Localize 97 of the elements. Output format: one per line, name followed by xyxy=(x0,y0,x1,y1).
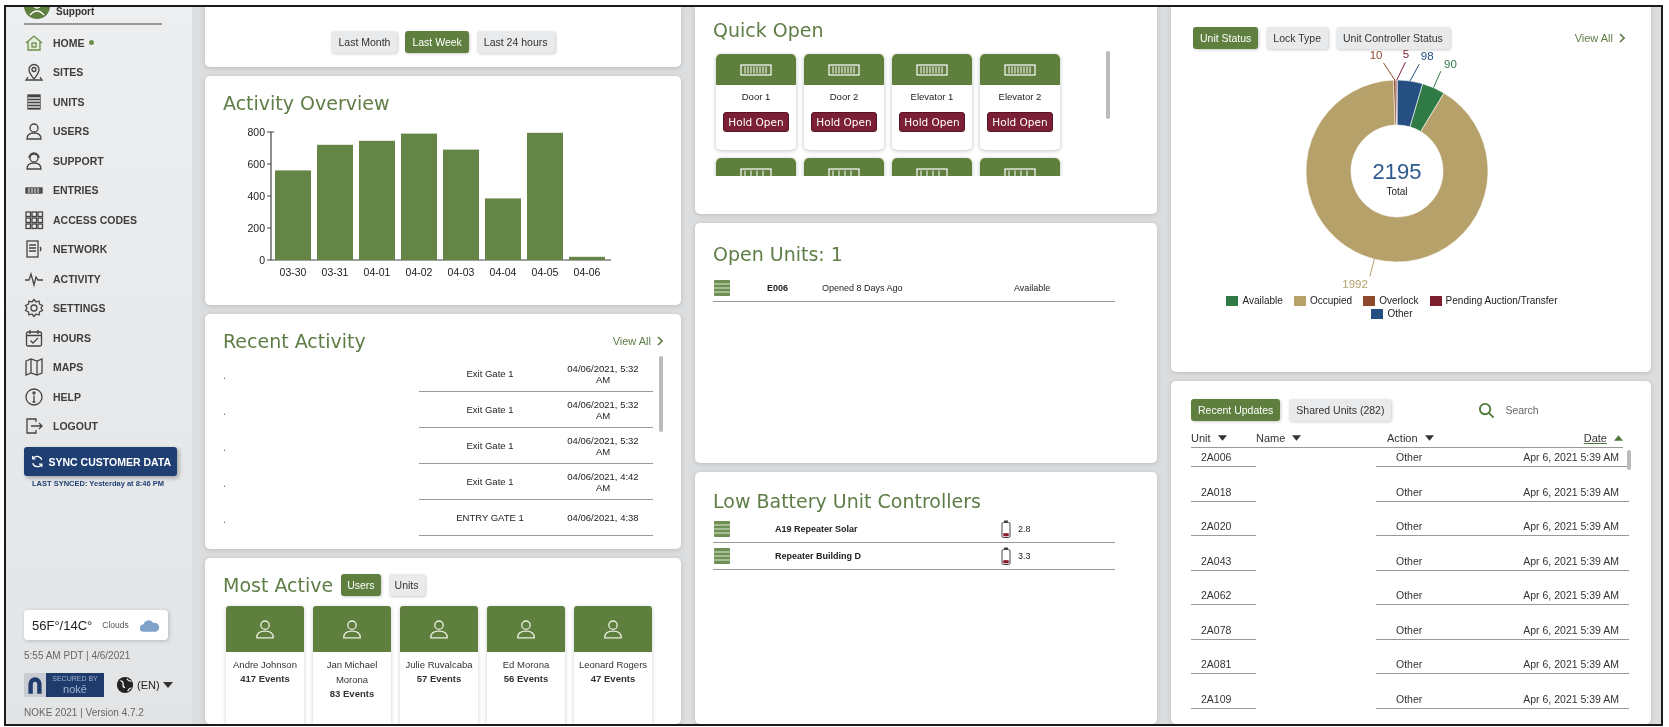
event-count: 57 Events xyxy=(416,673,462,684)
table-cell-text: . xyxy=(223,405,227,419)
controller-name: A19 Repeater Solar xyxy=(775,524,859,534)
temperature: 56F°/14C° xyxy=(32,617,93,633)
table-cell-text: Other xyxy=(1396,691,1423,707)
table-cell-text: . xyxy=(223,369,227,383)
tick-label: 400 xyxy=(247,190,265,202)
data-label: 98 xyxy=(1420,50,1434,63)
table-cell: 2A062 xyxy=(1191,586,1256,605)
tick-label: 04-01 xyxy=(363,266,391,278)
user-name: Andre Johnson xyxy=(232,658,298,672)
event-count: 47 Events xyxy=(590,673,636,684)
weather-condition: Clouds xyxy=(102,620,129,630)
table-cell: 2A006 xyxy=(1191,448,1256,467)
entry-name: Exit Gate 1 xyxy=(465,404,515,415)
card-title: Activity Overview xyxy=(223,92,391,114)
brand-name: nokē xyxy=(63,682,87,696)
door-name: Door 1 xyxy=(741,91,771,102)
tick-label: 800 xyxy=(247,126,265,138)
version-text: NOKE 2021 | Version 4.7.2 xyxy=(24,707,145,718)
user-name: Leonard Rogers xyxy=(577,658,649,672)
data-label: 1992 xyxy=(1342,278,1368,291)
legend-label: Available xyxy=(1242,295,1283,306)
table-cell-text: Apr 6, 2021 5:39 AM xyxy=(1523,622,1619,638)
legend-label: Pending Auction/Transfer xyxy=(1445,295,1558,306)
card-title: Open Units: 1 xyxy=(713,243,844,265)
table-cell-text: Apr 6, 2021 5:39 AM xyxy=(1523,450,1619,465)
table-cell-text: Apr 6, 2021 5:39 AM xyxy=(1523,588,1619,603)
entry-name: Exit Gate 1 xyxy=(465,440,515,451)
battery-voltage: 3.3 xyxy=(1018,551,1031,561)
tick-label: 03-31 xyxy=(321,266,349,278)
tick-label: 600 xyxy=(247,158,265,170)
table-cell-text: Apr 6, 2021 5:39 AM xyxy=(1523,519,1619,534)
table-cell-text: Other xyxy=(1396,519,1423,534)
total-count: 2195 xyxy=(1372,159,1422,184)
door-name: Elevator 1 xyxy=(910,91,954,102)
table-cell-text: Other xyxy=(1396,622,1423,638)
event-count: 83 Events xyxy=(329,688,375,699)
legend-label: Overlock xyxy=(1379,295,1419,306)
total-label: Total xyxy=(1386,186,1408,197)
table-cell: 2A018 xyxy=(1191,482,1256,502)
event-time: 04/06/2021, 4:42 AM xyxy=(566,470,640,493)
table-cell-text: Other xyxy=(1396,588,1423,603)
event-count: 417 Events xyxy=(240,673,290,684)
event-count: 56 Events xyxy=(503,673,549,684)
card-title: Most Active xyxy=(223,574,334,596)
user-name: Julie Ruvalcaba xyxy=(404,658,474,672)
card-title: Low Battery Unit Controllers xyxy=(713,490,982,512)
table-cell: 2A109 xyxy=(1191,689,1256,709)
user-name: Jan Michael Morona xyxy=(325,658,379,687)
table-cell: 2A020 xyxy=(1191,517,1256,536)
table-cell: 2A078 xyxy=(1191,620,1256,640)
battery-voltage: 2.8 xyxy=(1018,524,1031,534)
table-cell-text: Other xyxy=(1396,657,1423,672)
card-title: Quick Open xyxy=(713,19,825,41)
user-name: Ed Morona xyxy=(501,658,551,672)
tick-label: 04-03 xyxy=(447,266,475,278)
tick-label: 200 xyxy=(247,222,265,234)
door-name: Door 2 xyxy=(829,91,859,102)
event-time: 04/06/2021, 4:38 xyxy=(566,512,640,523)
tick-label: 04-04 xyxy=(489,266,517,278)
event-time: 04/06/2021, 5:32 AM xyxy=(566,398,640,421)
tick-label: 04-02 xyxy=(405,266,433,278)
data-label: 10 xyxy=(1369,48,1383,61)
table-cell-text: Other xyxy=(1396,450,1423,465)
table-cell-text: . xyxy=(223,441,227,455)
data-label: 90 xyxy=(1444,57,1457,70)
legend-label: Occupied xyxy=(1309,295,1353,306)
table-cell: 2A081 xyxy=(1191,655,1256,674)
table-cell-text: Other xyxy=(1396,553,1423,569)
tick-label: 04-05 xyxy=(531,266,559,278)
table-cell-text: . xyxy=(223,513,227,527)
door-name: Elevator 2 xyxy=(998,91,1042,102)
entry-name: ENTRY GATE 1 xyxy=(455,512,525,523)
entry-name: Exit Gate 1 xyxy=(465,368,515,379)
table-cell-text: Apr 6, 2021 5:39 AM xyxy=(1523,691,1619,707)
user-name: Support xyxy=(56,7,95,17)
unit-id: E006 xyxy=(767,283,790,293)
entry-name: Exit Gate 1 xyxy=(465,476,515,487)
tick-label: 03-30 xyxy=(279,266,307,278)
legend-label: Other xyxy=(1387,308,1413,319)
controller-name: Repeater Building D xyxy=(775,551,862,561)
table-cell-text: Apr 6, 2021 5:39 AM xyxy=(1523,484,1619,500)
unit-availability: Available xyxy=(1014,283,1051,293)
tick-label: 04-06 xyxy=(573,266,601,278)
event-time: 04/06/2021, 5:32 AM xyxy=(566,434,640,457)
event-time: 04/06/2021, 5:32 AM xyxy=(566,362,640,385)
data-label: 5 xyxy=(1402,48,1410,61)
card-title: Recent Activity xyxy=(223,330,366,352)
table-cell-text: Other xyxy=(1396,484,1423,500)
table-cell: 2A043 xyxy=(1191,551,1256,571)
table-cell-text: Apr 6, 2021 5:39 AM xyxy=(1523,657,1619,672)
table-cell-text: Apr 6, 2021 5:39 AM xyxy=(1523,553,1619,569)
date-time: 5:55 AM PDT | 4/6/2021 xyxy=(24,650,132,661)
tick-label: 0 xyxy=(259,254,265,266)
open-duration: Opened 8 Days Ago xyxy=(822,283,904,293)
table-cell-text: . xyxy=(223,477,227,491)
